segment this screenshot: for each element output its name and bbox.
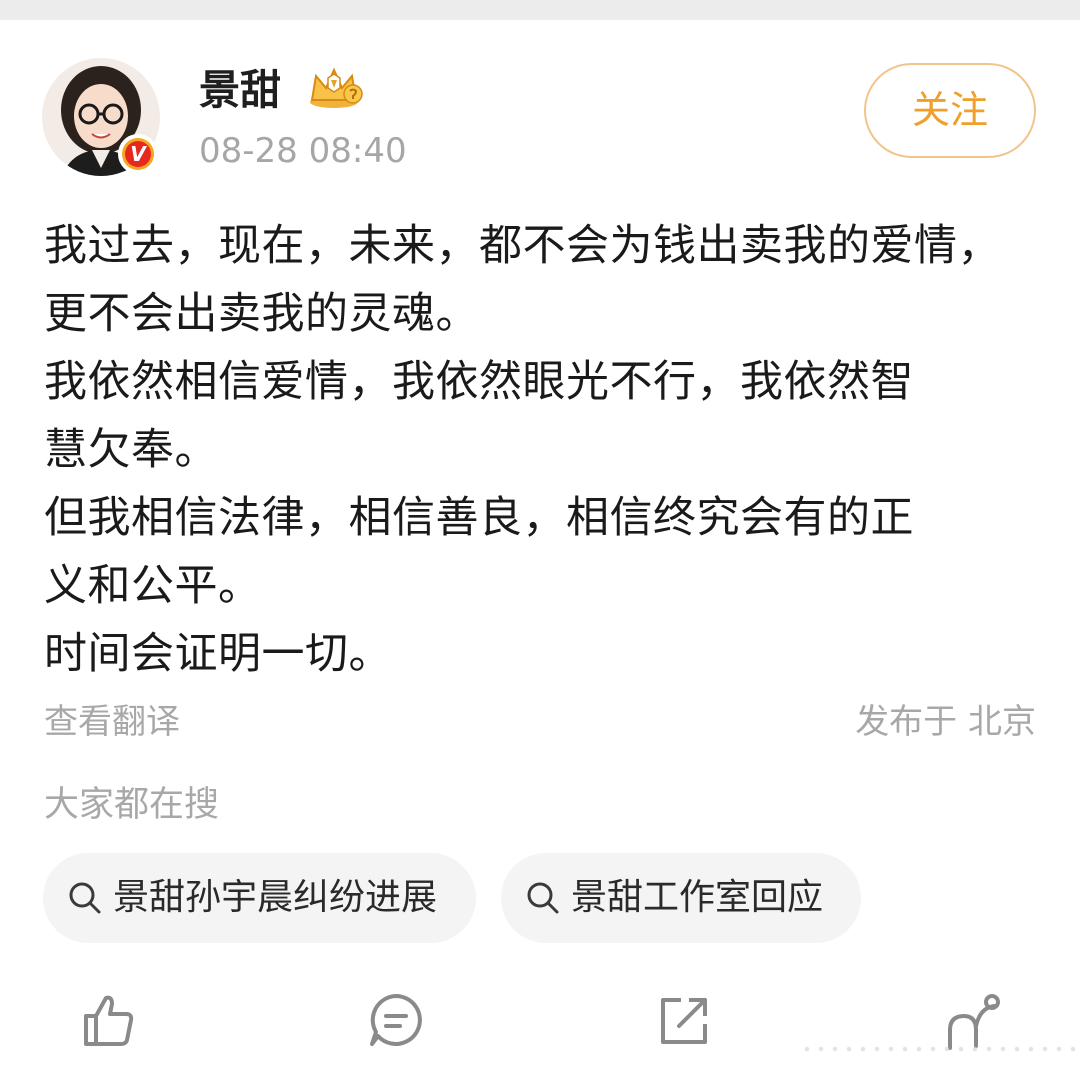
search-icon: [69, 882, 101, 914]
post-body-line: 但我相信法律，相信善良，相信终究会有的正: [44, 493, 914, 543]
trending-chip-label: 景甜孙宇晨纠纷进展: [113, 877, 438, 918]
connect-icon[interactable]: [942, 990, 1002, 1050]
post-body-line: 更不会出卖我的灵魂。: [44, 289, 479, 339]
follow-button[interactable]: 关注: [864, 63, 1036, 158]
trending-chip[interactable]: 景甜工作室回应: [501, 853, 861, 943]
verified-badge: V: [118, 134, 158, 174]
watermark-dots: [800, 1042, 1080, 1056]
status-strip: [0, 0, 1080, 20]
translate-link[interactable]: 查看翻译: [44, 700, 180, 744]
comment-icon[interactable]: [366, 990, 426, 1050]
post-body: 我过去，现在，未来，都不会为钱出卖我的爱情， 更不会出卖我的灵魂。 我依然相信爱…: [44, 212, 1044, 688]
post-body-line: 时间会证明一切。: [44, 629, 392, 679]
crown-icon[interactable]: [306, 64, 366, 110]
verified-badge-ring: V: [122, 138, 154, 170]
search-icon: [527, 882, 559, 914]
trending-chip-label: 景甜工作室回应: [571, 877, 824, 918]
post-location: 发布于 北京: [855, 702, 1036, 742]
share-icon[interactable]: [655, 990, 715, 1050]
thumb-up-icon[interactable]: [78, 990, 138, 1050]
trending-chip[interactable]: 景甜孙宇晨纠纷进展: [43, 853, 476, 943]
post-body-line: 义和公平。: [44, 561, 262, 611]
post-body-line: 我过去，现在，未来，都不会为钱出卖我的爱情，: [44, 221, 1001, 271]
post-timestamp: 08-28 08:40: [199, 131, 407, 171]
post-body-line: 慧欠奉。: [44, 425, 218, 475]
username[interactable]: 景甜: [199, 64, 281, 116]
verified-v-icon: V: [125, 141, 151, 167]
trending-title: 大家都在搜: [44, 785, 220, 825]
post-body-line: 我依然相信爱情，我依然眼光不行，我依然智: [44, 357, 914, 407]
